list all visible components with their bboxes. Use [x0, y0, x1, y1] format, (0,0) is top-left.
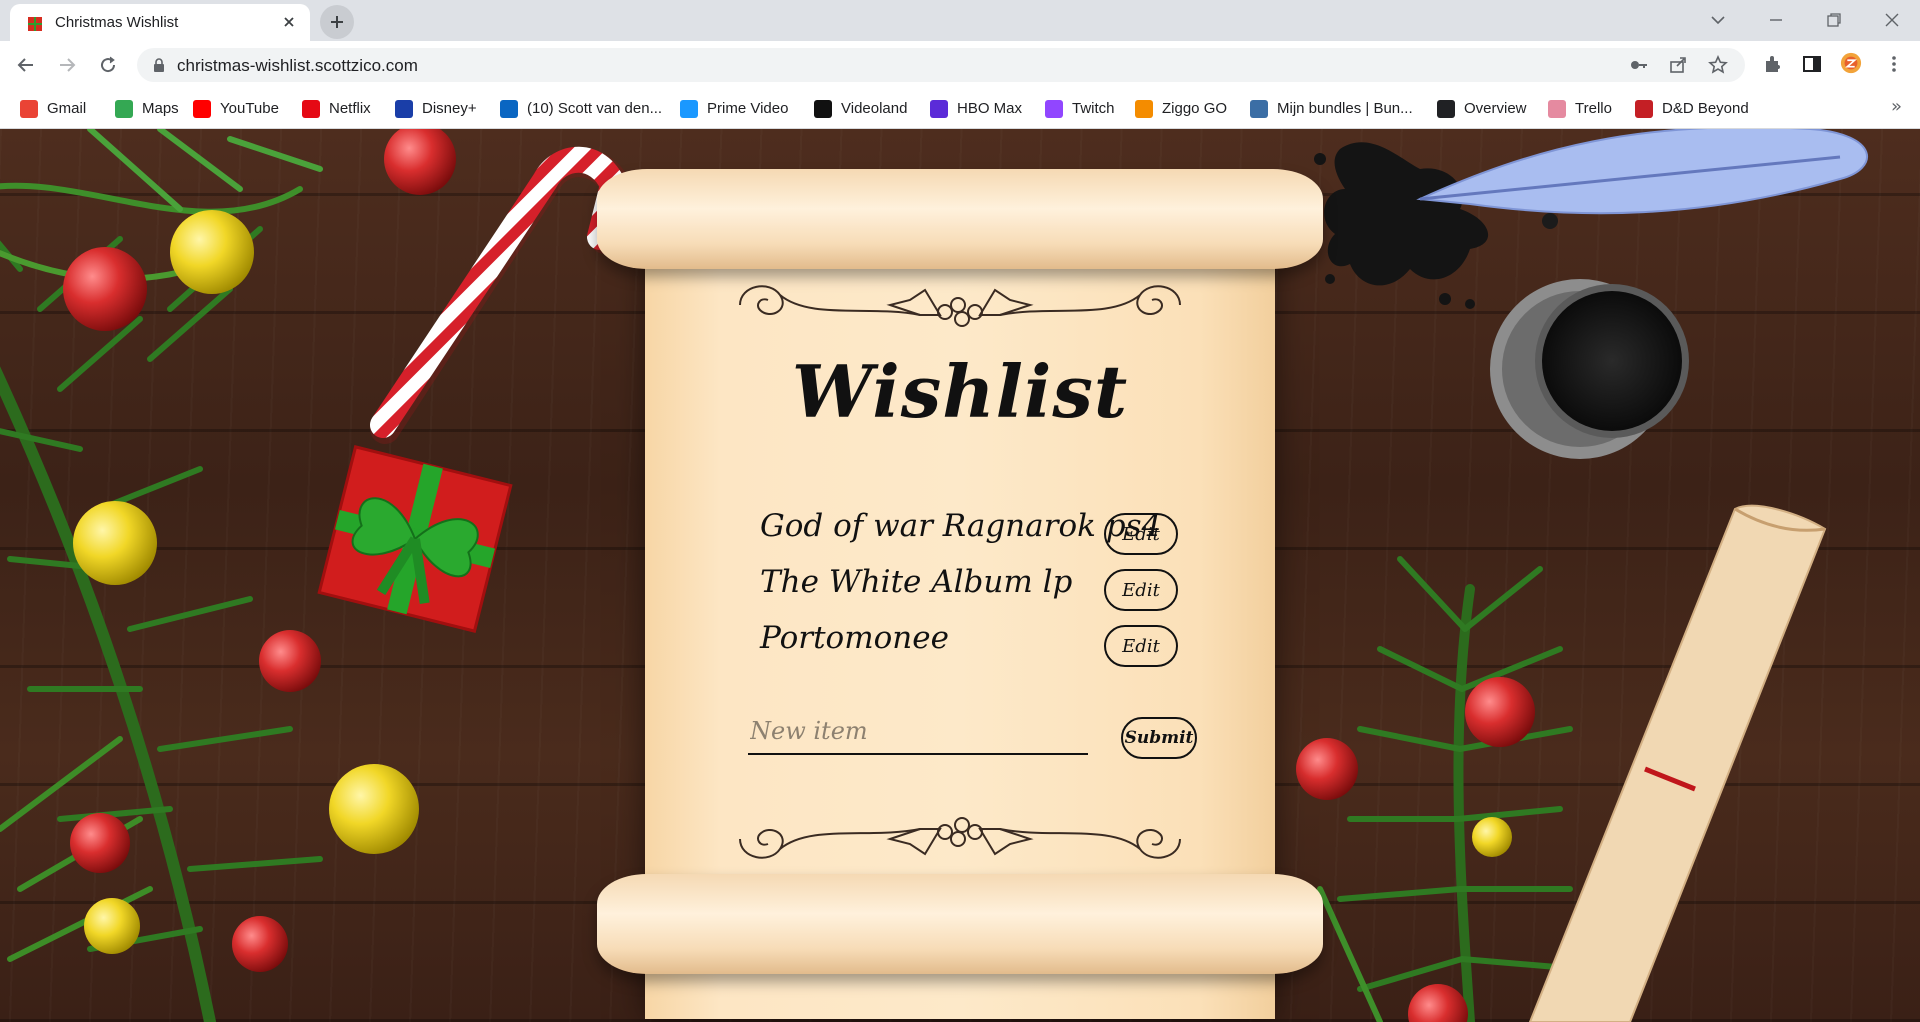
- dnd-beyond-icon: [1635, 99, 1653, 118]
- key-icon[interactable]: [1628, 54, 1650, 76]
- minimize-icon[interactable]: [1764, 8, 1788, 32]
- bookmark-label: HBO Max: [957, 100, 1023, 117]
- bookmark-label: Disney+: [422, 100, 477, 117]
- twitch-icon: [1045, 99, 1063, 118]
- wishlist-page: Wishlist God of war Ragnarok ps4 Edit Th…: [0, 129, 1920, 1022]
- bookmark-label: Gmail: [47, 100, 87, 117]
- bookmark-item[interactable]: Netflix: [302, 89, 371, 128]
- hbo-max-icon: [930, 99, 948, 118]
- bookmark-item[interactable]: Mijn bundles | Bun...: [1250, 89, 1413, 128]
- bottom-holly-flourish-icon: [739, 817, 1181, 859]
- tab-title: Christmas Wishlist: [55, 14, 179, 31]
- trello-icon: [1548, 99, 1566, 118]
- bookmark-label: Ziggo GO: [1162, 100, 1228, 117]
- rolled-scroll: [1528, 504, 1827, 1022]
- gift-box: [317, 445, 513, 633]
- bookmark-label: Videoland: [841, 100, 908, 117]
- new-item-input[interactable]: [748, 709, 1088, 755]
- bookmark-item[interactable]: Trello: [1548, 89, 1612, 128]
- restore-icon[interactable]: [1822, 8, 1846, 32]
- share-icon[interactable]: [1667, 54, 1689, 76]
- edit-item-button[interactable]: Edit: [1104, 625, 1178, 667]
- url-text[interactable]: christmas-wishlist.scottzico.com: [177, 56, 418, 76]
- menu-kebab-icon[interactable]: [1883, 53, 1905, 75]
- close-window-icon[interactable]: [1880, 8, 1904, 32]
- scroll-top-roll: [597, 169, 1323, 269]
- top-holly-flourish-icon: [739, 285, 1181, 327]
- tab-strip: Christmas Wishlist: [0, 0, 1920, 41]
- edit-item-button[interactable]: Edit: [1104, 569, 1178, 611]
- bookmark-item[interactable]: Disney+: [395, 89, 477, 128]
- browser-toolbar: christmas-wishlist.scottzico.com: [0, 41, 1920, 89]
- bookmark-label: YouTube: [220, 100, 279, 117]
- bookmark-label: Netflix: [329, 100, 371, 117]
- bookmark-label: Twitch: [1072, 100, 1115, 117]
- bookmark-item[interactable]: HBO Max: [930, 89, 1022, 128]
- scroll-bottom-roll: [597, 874, 1323, 974]
- bookmark-item[interactable]: D&D Beyond: [1635, 89, 1749, 128]
- linkedin-icon: [500, 99, 518, 118]
- bookmark-item[interactable]: YouTube: [193, 89, 279, 128]
- bookmark-label: Maps: [142, 100, 179, 117]
- profile-avatar-icon[interactable]: [1840, 52, 1862, 74]
- gift-favicon-icon: [28, 17, 42, 31]
- quill-feather: [1416, 129, 1868, 215]
- inkwell: [1490, 279, 1689, 459]
- reload-icon[interactable]: [96, 53, 120, 77]
- candy-cane: [370, 146, 634, 444]
- bookmark-item[interactable]: Videoland: [814, 89, 907, 128]
- back-icon[interactable]: [14, 53, 38, 77]
- wishlist-item: God of war Ragnarok ps4: [760, 508, 1162, 544]
- bookmark-item[interactable]: Ziggo GO: [1135, 89, 1227, 128]
- bookmark-label: Prime Video: [707, 100, 789, 117]
- prime-video-icon: [680, 99, 698, 118]
- disney-icon: [395, 99, 413, 118]
- page-title: Wishlist: [791, 349, 1129, 434]
- bookmark-label: Trello: [1575, 100, 1612, 117]
- humble-bundle-icon: [1250, 99, 1268, 118]
- bookmark-item[interactable]: Gmail: [20, 89, 86, 128]
- youtube-icon: [193, 99, 211, 118]
- close-tab-icon[interactable]: [280, 13, 298, 31]
- tab-search-icon[interactable]: [1706, 8, 1730, 32]
- new-tab-button[interactable]: [320, 5, 354, 39]
- active-tab[interactable]: Christmas Wishlist: [10, 4, 310, 41]
- bookmark-label: Overview: [1464, 100, 1527, 117]
- bookmark-label: D&D Beyond: [1662, 100, 1749, 117]
- bookmark-item[interactable]: Maps: [115, 89, 179, 128]
- extensions-icon[interactable]: [1761, 53, 1783, 75]
- gmail-icon: [20, 99, 38, 118]
- side-panel-icon[interactable]: [1801, 53, 1823, 75]
- plus-icon: [331, 16, 343, 28]
- bookmark-label: (10) Scott van den...: [527, 100, 663, 117]
- lock-icon[interactable]: [151, 57, 167, 73]
- netflix-icon: [302, 99, 320, 118]
- bookmark-item[interactable]: (10) Scott van den...: [500, 89, 662, 128]
- maps-icon: [115, 99, 133, 118]
- ziggo-icon: [1135, 99, 1153, 118]
- github-icon: [1437, 99, 1455, 118]
- bookmark-label: Mijn bundles | Bun...: [1277, 100, 1413, 117]
- submit-button[interactable]: Submit: [1121, 717, 1197, 759]
- wishlist-item: Portomonee: [760, 620, 949, 656]
- videoland-icon: [814, 99, 832, 118]
- wishlist-item: The White Album lp: [760, 564, 1073, 600]
- forward-icon[interactable]: [55, 53, 79, 77]
- address-bar[interactable]: christmas-wishlist.scottzico.com: [137, 48, 1745, 82]
- bookmarks-overflow-icon[interactable]: »: [1891, 96, 1902, 117]
- bookmark-item[interactable]: Overview: [1437, 89, 1527, 128]
- bookmark-star-icon[interactable]: [1707, 54, 1729, 76]
- edit-item-button[interactable]: Edit: [1104, 513, 1178, 555]
- bookmark-item[interactable]: Prime Video: [680, 89, 788, 128]
- left-pine-branch: [0, 129, 323, 1022]
- bookmarks-bar: Gmail Maps YouTube Netflix Disney+ (10) Scott…: [0, 89, 1920, 129]
- bookmark-item[interactable]: Twitch: [1045, 89, 1115, 128]
